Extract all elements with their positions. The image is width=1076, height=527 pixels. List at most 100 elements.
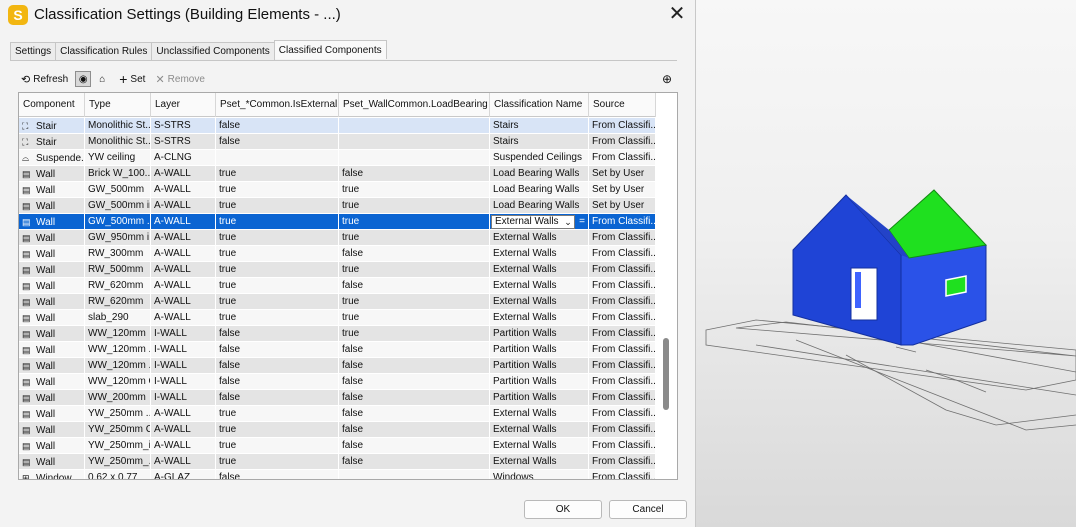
tab-unclassified-components[interactable]: Unclassified Components <box>151 42 275 60</box>
table-row[interactable]: ⌓ Suspende... YW ceiling A-CLNG Suspended Ce… <box>19 150 656 166</box>
cell-source: From Classifi... <box>589 118 656 134</box>
cancel-button[interactable]: Cancel <box>609 500 687 519</box>
cell-classification-name: Load Bearing Walls <box>490 166 589 182</box>
cell-type: YW_250mm ... <box>85 406 151 422</box>
close-icon[interactable]: ✕ <box>666 4 688 26</box>
globe-icon[interactable]: ⊕ <box>662 72 672 86</box>
cell-component: ▤ Wall <box>19 406 85 422</box>
cell-type: YW_250mm_... <box>85 454 151 470</box>
cell-classification-name: Load Bearing Walls <box>490 182 589 198</box>
3d-viewport[interactable] <box>696 0 1076 527</box>
package-icon[interactable]: ⌂ <box>94 71 110 87</box>
table-row[interactable]: ▤ Wall YW_250mm_in A-WALL true false External … <box>19 438 656 454</box>
cell-load-bearing: false <box>339 454 490 470</box>
table-row[interactable]: ▤ Wall GW_500mm in A-WALL true true Load Beari… <box>19 198 656 214</box>
component-label: Wall <box>36 217 56 228</box>
visibility-toggle-icon[interactable]: ◉ <box>75 71 92 87</box>
cell-classification-name: Stairs <box>490 118 589 134</box>
table-row[interactable]: ▤ Wall GW_950mm i... A-WALL true true External… <box>19 230 656 246</box>
ok-button[interactable]: OK <box>524 500 602 519</box>
cell-classification-name: Windows <box>490 470 589 479</box>
cell-layer: A-WALL <box>151 166 216 182</box>
classification-dropdown-value: External Walls <box>495 216 559 227</box>
cell-component: ▤ Wall <box>19 358 85 374</box>
cell-type: slab_290 <box>85 310 151 326</box>
column-header-source[interactable]: Source <box>589 93 656 117</box>
tab-classified-components[interactable]: Classified Components <box>273 40 387 59</box>
table-row[interactable]: ▤ Wall WW_200mm I-WALL false false Partition W… <box>19 390 656 406</box>
component-label: Wall <box>36 329 56 340</box>
cell-component: ▤ Wall <box>19 198 85 214</box>
cell-layer: I-WALL <box>151 374 216 390</box>
set-button[interactable]: + Set <box>116 70 148 88</box>
table-row[interactable]: ▤ Wall YW_250mm C A-WALL true false External W… <box>19 422 656 438</box>
wall-icon: ▤ <box>22 249 31 259</box>
table-row[interactable]: ▤ Wall RW_300mm A-WALL true false External Wal… <box>19 246 656 262</box>
cell-component: ▤ Wall <box>19 166 85 182</box>
table-row[interactable]: ▤ Wall RW_620mm A-WALL true false External Wal… <box>19 278 656 294</box>
table-row[interactable]: ▤ Wall WW_120mm ... I-WALL false false Partiti… <box>19 342 656 358</box>
refresh-label: Refresh <box>33 73 69 85</box>
equals-button[interactable]: = <box>577 214 587 230</box>
cell-is-external: true <box>216 246 339 262</box>
table-row[interactable]: ▤ Wall RW_620mm A-WALL true true External Wall… <box>19 294 656 310</box>
component-label: Wall <box>36 265 56 276</box>
remove-button[interactable]: ✕ Remove <box>152 70 207 88</box>
refresh-button[interactable]: ⟲ Refresh <box>18 70 71 88</box>
cell-type: 0.62 x 0.77 <box>85 470 151 479</box>
column-header-component[interactable]: Component <box>19 93 85 117</box>
table-row[interactable]: ▤ Wall RW_500mm A-WALL true true External Wall… <box>19 262 656 278</box>
wall-icon: ▤ <box>22 265 31 275</box>
cell-is-external: true <box>216 166 339 182</box>
cell-source: From Classifi... <box>589 230 656 246</box>
tab-classification-rules[interactable]: Classification Rules <box>55 42 153 60</box>
wall-icon: ▤ <box>22 185 31 195</box>
component-label: Wall <box>36 201 56 212</box>
table-row[interactable]: ⛶ Stair Monolithic St... S-STRS false Stairs F… <box>19 134 656 150</box>
table-row[interactable]: ▤ Wall Brick W_100... A-WALL true false Load B… <box>19 166 656 182</box>
scrollbar-thumb[interactable] <box>663 338 669 410</box>
component-label: Wall <box>36 425 56 436</box>
cell-source: From Classifi... <box>589 246 656 262</box>
cell-layer: I-WALL <box>151 358 216 374</box>
chevron-down-icon[interactable]: ⌄ <box>562 214 574 230</box>
table-row[interactable]: ▤ Wall YW_250mm_... A-WALL true false External… <box>19 454 656 470</box>
table-row[interactable]: ▤ Wall GW_500mm A-WALL true true Load Bearing … <box>19 182 656 198</box>
table-row[interactable]: ⊞ Window 0.62 x 0.77 A-GLAZ false Windows From… <box>19 470 656 480</box>
classification-dropdown[interactable]: External Walls ⌄ <box>491 215 575 229</box>
cell-layer: A-WALL <box>151 246 216 262</box>
column-header-is-external[interactable]: Pset_*Common.IsExternal <box>216 93 339 117</box>
cell-classification-name: External Walls <box>490 294 589 310</box>
table-row[interactable]: ⛶ Stair Monolithic St... S-STRS false Stairs F… <box>19 118 656 134</box>
cell-source: From Classifi... <box>589 422 656 438</box>
column-header-load-bearing[interactable]: Pset_WallCommon.LoadBearing <box>339 93 490 117</box>
cell-component: ⛶ Stair <box>19 118 85 134</box>
column-header-layer[interactable]: Layer <box>151 93 216 117</box>
cell-layer: A-WALL <box>151 230 216 246</box>
table-row[interactable]: ▤ Wall WW_120mm C I-WALL false false Partition… <box>19 374 656 390</box>
cell-load-bearing <box>339 470 490 479</box>
table-row[interactable]: ▤ Wall slab_290 A-WALL true true External Wall… <box>19 310 656 326</box>
cell-layer: A-WALL <box>151 406 216 422</box>
tab-bar: Settings Classification Rules Unclassifi… <box>10 40 387 60</box>
cell-source: From Classifi... <box>589 438 656 454</box>
cell-source: From Classifi... <box>589 134 656 150</box>
cell-component: ▤ Wall <box>19 374 85 390</box>
stair-icon: ⛶ <box>22 121 29 131</box>
vertical-scrollbar[interactable] <box>660 92 670 480</box>
component-label: Window <box>36 473 72 480</box>
table-header: Component Type Layer Pset_*Common.IsExte… <box>19 93 656 117</box>
table-row[interactable]: ▤ Wall WW_120mm I-WALL false true Partition Wa… <box>19 326 656 342</box>
wall-icon: ▤ <box>22 345 31 355</box>
table-row[interactable]: ▤ Wall GW_500mm ... A-WALL true true External … <box>19 214 656 230</box>
cell-load-bearing: false <box>339 278 490 294</box>
cell-is-external <box>216 150 339 166</box>
cell-source: From Classifi... <box>589 278 656 294</box>
cell-is-external: true <box>216 198 339 214</box>
table-row[interactable]: ▤ Wall YW_250mm ... A-WALL true false External… <box>19 406 656 422</box>
stair-icon: ⛶ <box>22 137 29 147</box>
column-header-type[interactable]: Type <box>85 93 151 117</box>
column-header-classification-name[interactable]: Classification Name <box>490 93 589 117</box>
tab-settings[interactable]: Settings <box>10 42 57 60</box>
table-row[interactable]: ▤ Wall WW_120mm ... I-WALL false false Partiti… <box>19 358 656 374</box>
